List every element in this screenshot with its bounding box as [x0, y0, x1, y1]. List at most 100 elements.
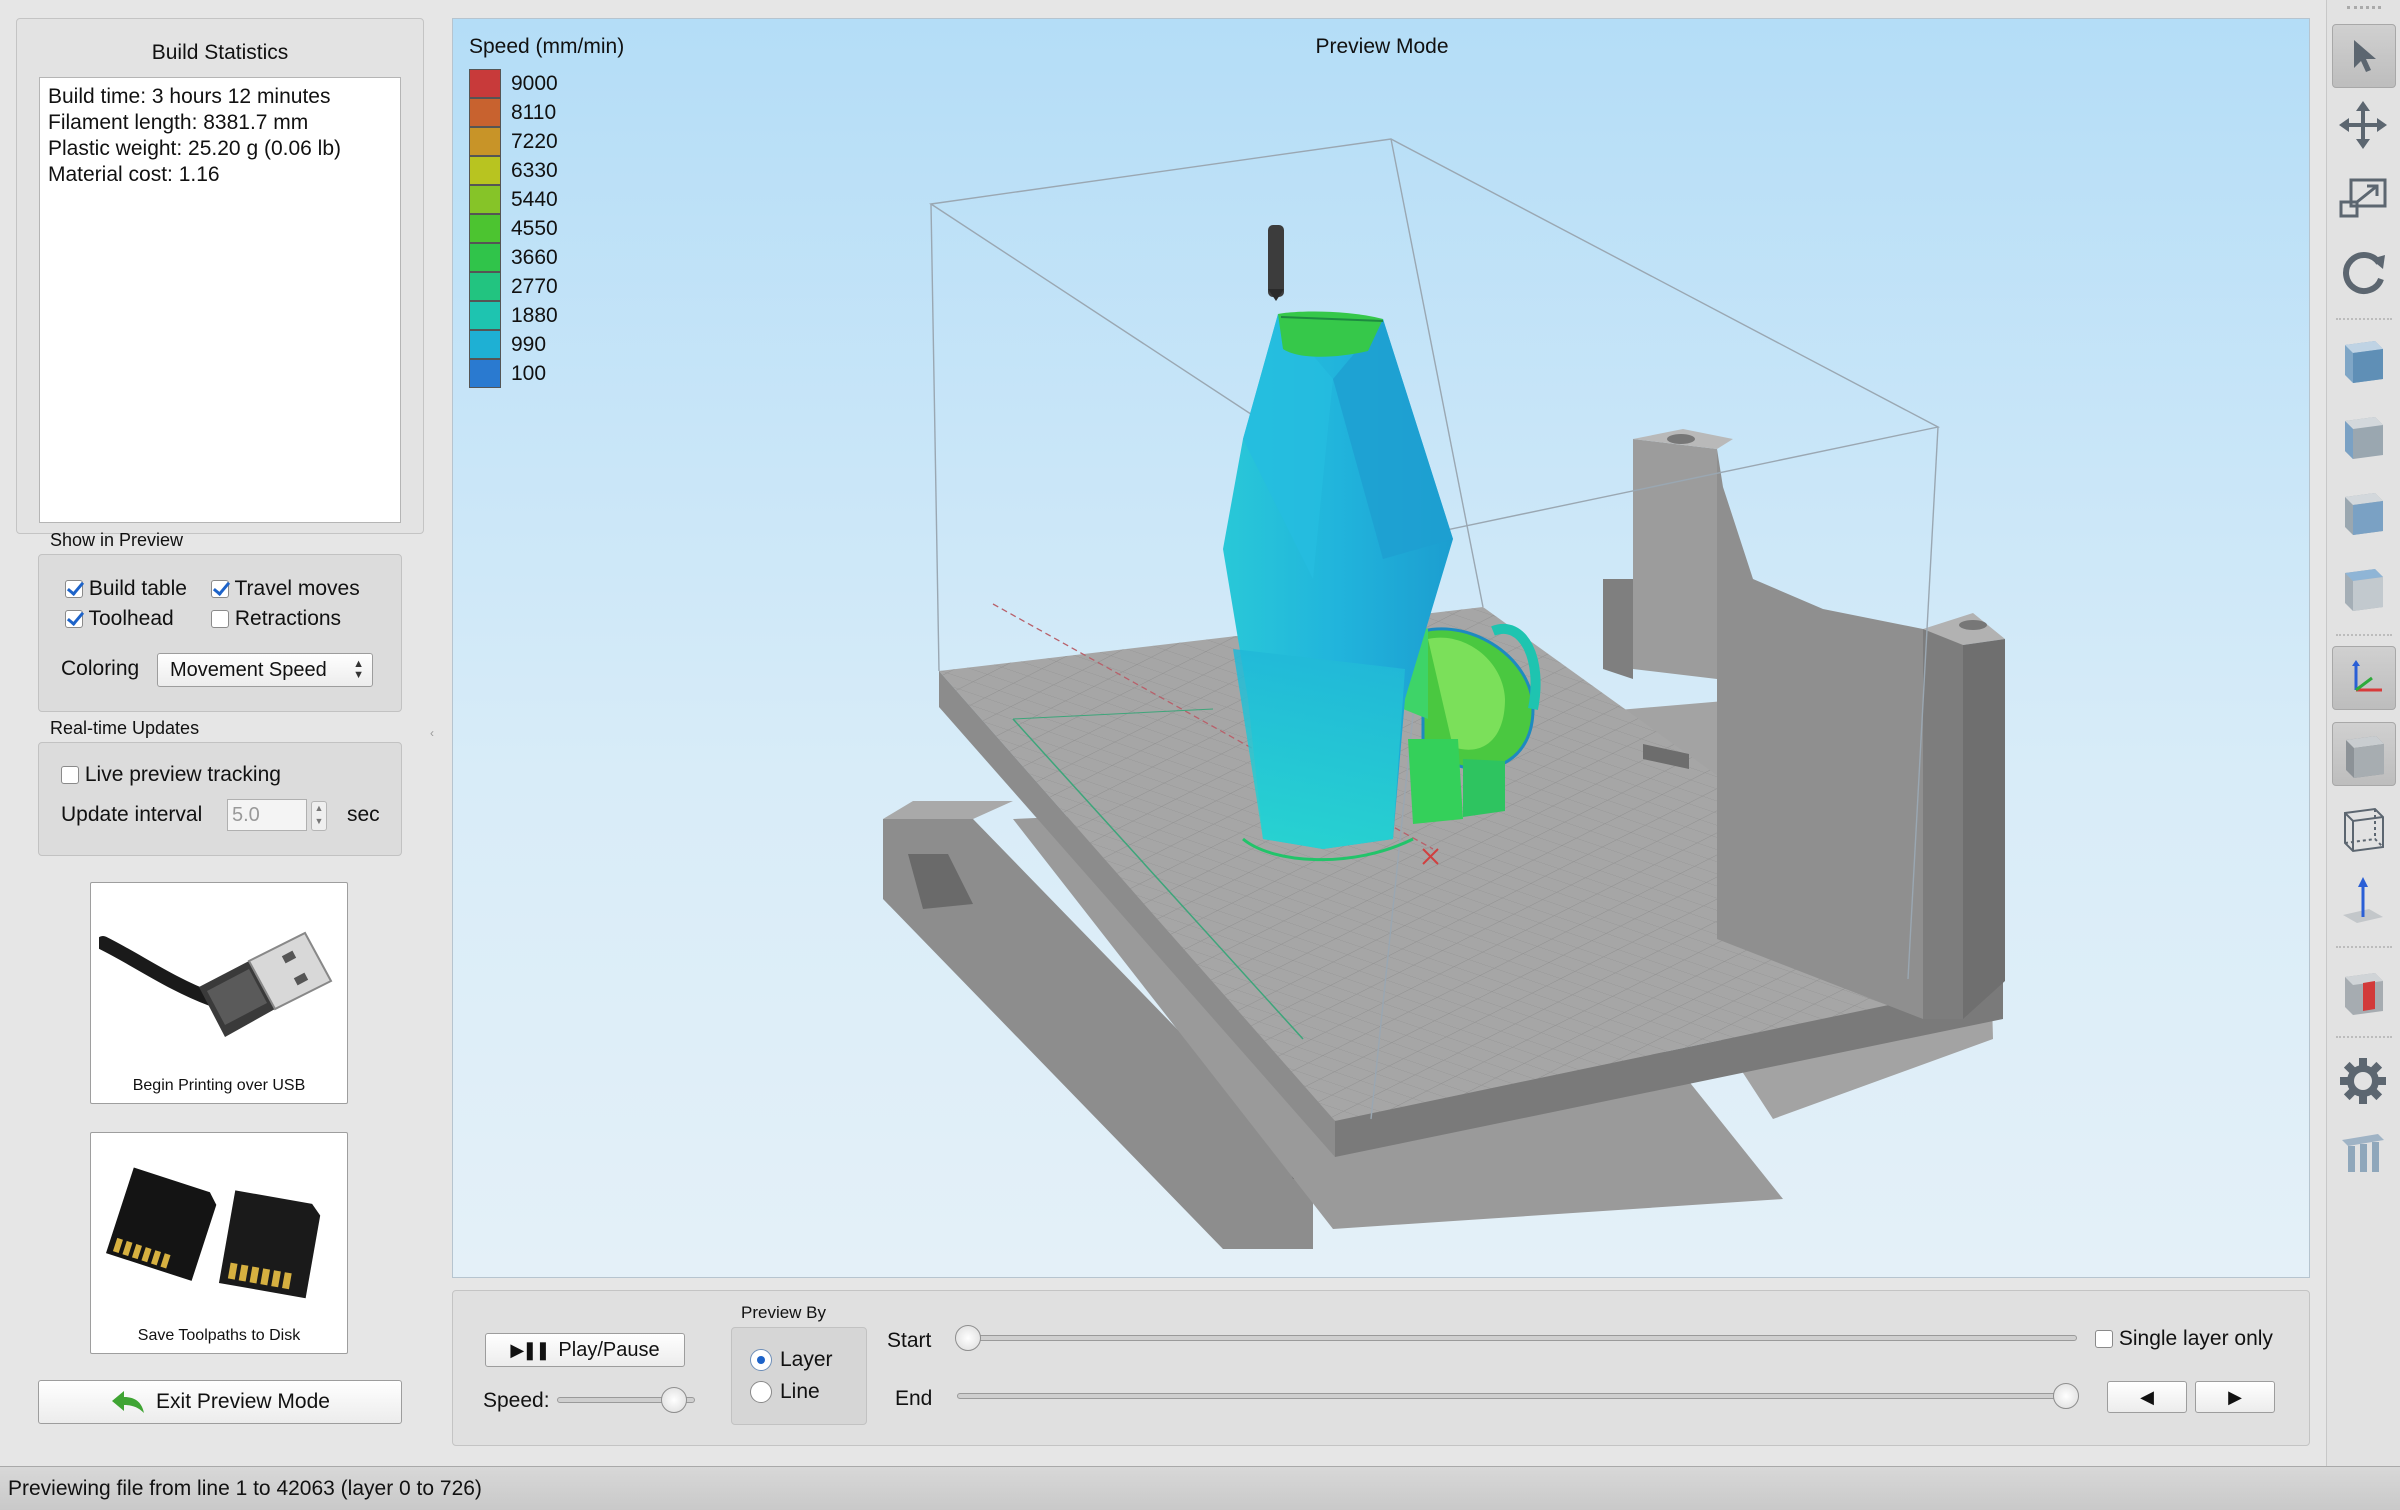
preview-mode-title: Preview Mode: [1315, 35, 1449, 58]
layer-radio[interactable]: Layer: [750, 1348, 833, 1372]
legend-swatch: [469, 127, 501, 156]
single-layer-checkbox[interactable]: Single layer only: [2095, 1327, 2273, 1351]
toolhead-nozzle: [1268, 225, 1284, 301]
legend-entry: 5440: [469, 185, 558, 214]
sidebar-splitter[interactable]: ‹: [430, 726, 434, 740]
realtime-updates-group: Live preview tracking Update interval ▲▼…: [38, 742, 402, 856]
legend-value: 2770: [511, 274, 558, 298]
legend-value: 5440: [511, 187, 558, 211]
line-radio[interactable]: Line: [750, 1380, 820, 1404]
retractions-check[interactable]: [211, 610, 229, 629]
build-statistics-text: Build time: 3 hours 12 minutes Filament …: [39, 77, 401, 523]
update-interval-input[interactable]: [227, 799, 307, 831]
scale-icon[interactable]: [2332, 168, 2394, 230]
start-slider-track[interactable]: [957, 1335, 2077, 1341]
exit-preview-mode-button[interactable]: Exit Preview Mode: [38, 1380, 402, 1424]
legend-value: 3660: [511, 245, 558, 269]
legend-swatch: [469, 69, 501, 98]
status-text: Previewing file from line 1 to 42063 (la…: [8, 1477, 482, 1500]
layer-radio-label: Layer: [780, 1348, 833, 1371]
settings-gear-icon[interactable]: [2332, 1050, 2394, 1112]
build-statistics-title: Build Statistics: [151, 41, 289, 64]
wireframe-cube-icon[interactable]: [2332, 796, 2394, 858]
axes-icon[interactable]: [2332, 646, 2396, 710]
legend-entry: 9000: [469, 69, 558, 98]
build-table-check[interactable]: [65, 580, 83, 599]
legend-entry: 4550: [469, 214, 558, 243]
play-pause-icon: ▶❚❚: [510, 1339, 550, 1360]
toolbar-grip: [2347, 6, 2381, 9]
retractions-label: Retractions: [234, 607, 342, 630]
realtime-updates-title: Real-time Updates: [50, 718, 200, 738]
usb-cable-icon: [99, 931, 333, 1037]
legend-value: 100: [511, 361, 547, 385]
build-table-checkbox[interactable]: Build table: [65, 577, 187, 601]
legend-entry: 3660: [469, 243, 558, 272]
speed-slider-knob[interactable]: [661, 1387, 688, 1413]
line-radio-dot[interactable]: [750, 1381, 772, 1403]
step-back-icon: ◀: [2140, 1386, 2154, 1407]
scene-3d[interactable]: [453, 19, 2310, 1278]
solid-cube-icon[interactable]: [2332, 722, 2396, 786]
show-in-preview-title: Show in Preview: [50, 530, 184, 550]
view-top-cube-icon[interactable]: [2332, 556, 2394, 618]
end-slider-track[interactable]: [957, 1393, 2077, 1399]
legend-swatch: [469, 330, 501, 359]
toolhead-label: Toolhead: [88, 607, 174, 630]
rotate-icon[interactable]: [2332, 240, 2394, 302]
end-slider-knob[interactable]: [2053, 1383, 2079, 1409]
coloring-label: Coloring: [61, 657, 140, 680]
view-side-cube-icon[interactable]: [2332, 480, 2394, 542]
play-pause-button[interactable]: ▶❚❚ Play/Pause: [485, 1333, 685, 1367]
legend-swatch: [469, 214, 501, 243]
legend-entry: 7220: [469, 127, 558, 156]
layer-radio-dot[interactable]: [750, 1349, 772, 1371]
step-forward-icon: ▶: [2228, 1386, 2242, 1407]
legend-entry: 2770: [469, 272, 558, 301]
legend-swatch: [469, 301, 501, 330]
update-interval-stepper[interactable]: ▲ ▼: [311, 801, 327, 831]
view-front-cube-icon[interactable]: [2332, 404, 2394, 466]
sd-card-icon: [105, 1167, 321, 1299]
legend-value: 1880: [511, 303, 558, 327]
live-preview-tracking-checkbox[interactable]: Live preview tracking: [61, 763, 281, 787]
start-slider-knob[interactable]: [955, 1325, 981, 1351]
supports-icon[interactable]: [2332, 1124, 2394, 1186]
legend-value: 8110: [511, 100, 557, 124]
toolhead-check[interactable]: [65, 610, 83, 629]
viewport-3d[interactable]: Speed (mm/min) 9000 8110 7220 6330 5440 4550 3…: [452, 18, 2310, 1278]
select-arrows-icon: ▲ ▼: [353, 658, 364, 681]
legend-value: 990: [511, 332, 547, 356]
select-arrow-icon[interactable]: [2332, 24, 2396, 88]
save-toolpaths-disk-button[interactable]: Save Toolpaths to Disk: [90, 1132, 348, 1354]
legend-entry: 990: [469, 330, 546, 359]
single-layer-check[interactable]: [2095, 1330, 2113, 1349]
legend-entry: 6330: [469, 156, 558, 185]
legend-value: 7220: [511, 129, 558, 153]
update-interval-unit: sec: [347, 803, 380, 826]
live-preview-tracking-label: Live preview tracking: [84, 763, 281, 786]
live-preview-tracking-check[interactable]: [61, 766, 79, 785]
retractions-checkbox[interactable]: Retractions: [211, 607, 341, 631]
build-statistics-panel: Build Statistics Build time: 3 hours 12 …: [16, 18, 424, 534]
toolhead-checkbox[interactable]: Toolhead: [65, 607, 174, 631]
view-iso-cube-icon[interactable]: [2332, 328, 2394, 390]
preview-by-group: Layer Line: [731, 1327, 867, 1425]
travel-moves-checkbox[interactable]: Travel moves: [211, 577, 360, 601]
z-axis-icon[interactable]: [2332, 870, 2394, 932]
legend-entry: 1880: [469, 301, 558, 330]
begin-printing-usb-button[interactable]: Begin Printing over USB: [90, 882, 348, 1104]
begin-printing-usb-label: Begin Printing over USB: [132, 1077, 306, 1094]
playback-panel: ▶❚❚ Play/Pause Speed: Preview By Layer L…: [452, 1290, 2310, 1446]
back-arrow-icon: [112, 1391, 145, 1413]
cross-section-icon[interactable]: [2332, 960, 2394, 1022]
legend-value: 9000: [511, 71, 558, 95]
coloring-select[interactable]: Movement Speed ▲ ▼: [157, 653, 373, 687]
travel-moves-check[interactable]: [211, 580, 229, 599]
move-icon[interactable]: [2332, 94, 2394, 156]
step-forward-button[interactable]: ▶: [2195, 1381, 2275, 1413]
legend-entry: 8110: [469, 98, 556, 127]
step-back-button[interactable]: ◀: [2107, 1381, 2187, 1413]
stat-build-time: Build time: 3 hours 12 minutes: [48, 85, 331, 108]
stat-plastic-weight: Plastic weight: 25.20 g (0.06 lb): [48, 137, 341, 160]
